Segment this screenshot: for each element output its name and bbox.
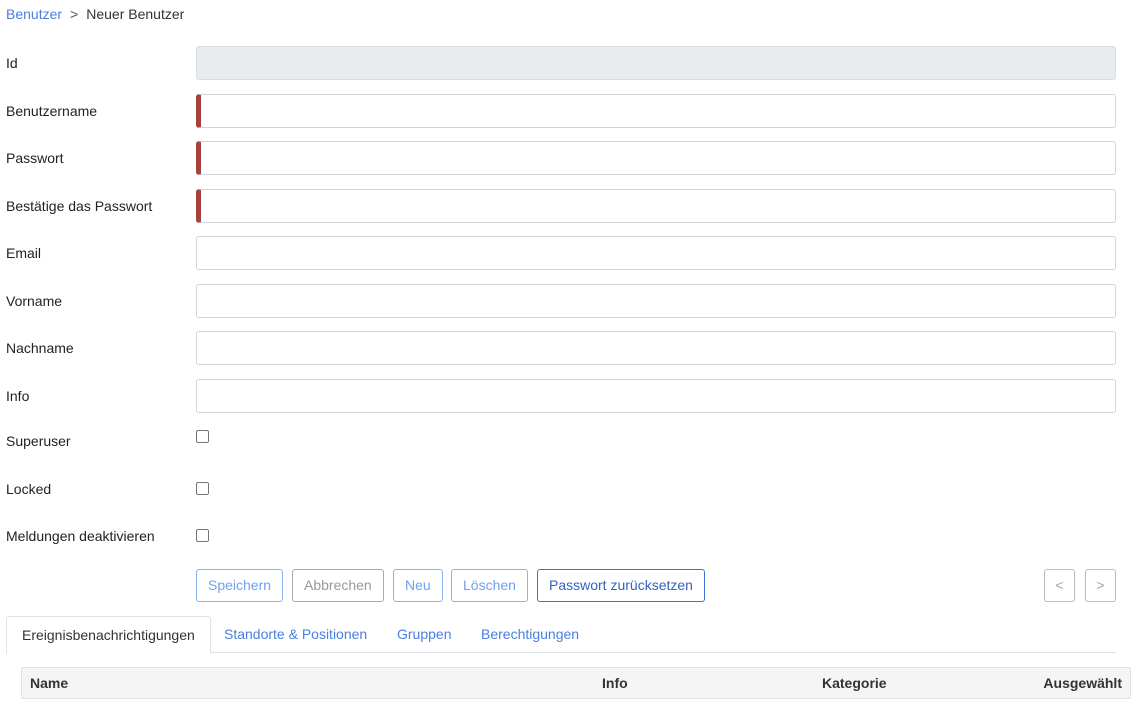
breadcrumb: Benutzer > Neuer Benutzer [6,6,184,22]
breadcrumb-separator: > [70,6,79,22]
delete-button[interactable]: Löschen [451,569,528,602]
form-row-email: Email [0,236,1139,270]
form-row-locked: Locked [0,472,1139,506]
form-row-id: Id [0,46,1139,80]
form-row-confirm-password: Bestätige das Passwort [0,189,1139,223]
next-record-button[interactable]: > [1085,569,1116,602]
locked-checkbox[interactable] [196,482,209,495]
form-row-lastname: Nachname [0,331,1139,365]
tab-locations-positions[interactable]: Standorte & Positionen [209,616,382,653]
disable-notifications-checkbox[interactable] [196,529,209,542]
locked-label: Locked [6,481,52,497]
superuser-label: Superuser [6,433,71,449]
superuser-checkbox[interactable] [196,430,209,443]
username-field[interactable] [196,94,1116,128]
info-label: Info [6,388,30,404]
firstname-field[interactable] [196,284,1116,318]
save-button[interactable]: Speichern [196,569,284,602]
password-field[interactable] [196,141,1116,175]
form-row-password: Passwort [0,141,1139,175]
disable-notifications-label: Meldungen deaktivieren [6,528,155,544]
confirm-password-label: Bestätige das Passwort [6,198,153,214]
previous-record-button[interactable]: < [1044,569,1075,602]
lastname-label: Nachname [6,340,74,356]
info-field[interactable] [196,379,1116,413]
table-header: Name Info Kategorie Ausgewählt [21,667,1131,699]
username-label: Benutzername [6,103,98,119]
form-row-disable-notifications: Meldungen deaktivieren [0,519,1139,553]
email-label: Email [6,245,42,261]
breadcrumb-link-benutzer[interactable]: Benutzer [6,6,62,22]
form-row-info: Info [0,379,1139,413]
id-field [196,46,1116,80]
column-header-info[interactable]: Info [602,675,628,691]
confirm-password-field[interactable] [196,189,1116,223]
column-header-category[interactable]: Kategorie [822,675,887,691]
new-button[interactable]: Neu [393,569,443,602]
form-row-firstname: Vorname [0,284,1139,318]
password-label: Passwort [6,150,64,166]
tab-event-notifications[interactable]: Ereignisbenachrichtigungen [6,616,211,654]
tab-bar: Ereignisbenachrichtigungen Standorte & P… [6,616,1116,654]
firstname-label: Vorname [6,293,63,309]
id-label: Id [6,55,18,71]
tab-groups[interactable]: Gruppen [382,616,466,653]
email-field[interactable] [196,236,1116,270]
form-row-username: Benutzername [0,94,1139,128]
column-header-selected[interactable]: Ausgewählt [1043,675,1122,691]
cancel-button[interactable]: Abbrechen [292,569,384,602]
column-header-name[interactable]: Name [30,675,68,691]
reset-password-button[interactable]: Passwort zurücksetzen [537,569,705,602]
lastname-field[interactable] [196,331,1116,365]
form-row-superuser: Superuser [0,424,1139,458]
tab-permissions[interactable]: Berechtigungen [466,616,594,653]
breadcrumb-current: Neuer Benutzer [86,6,185,22]
